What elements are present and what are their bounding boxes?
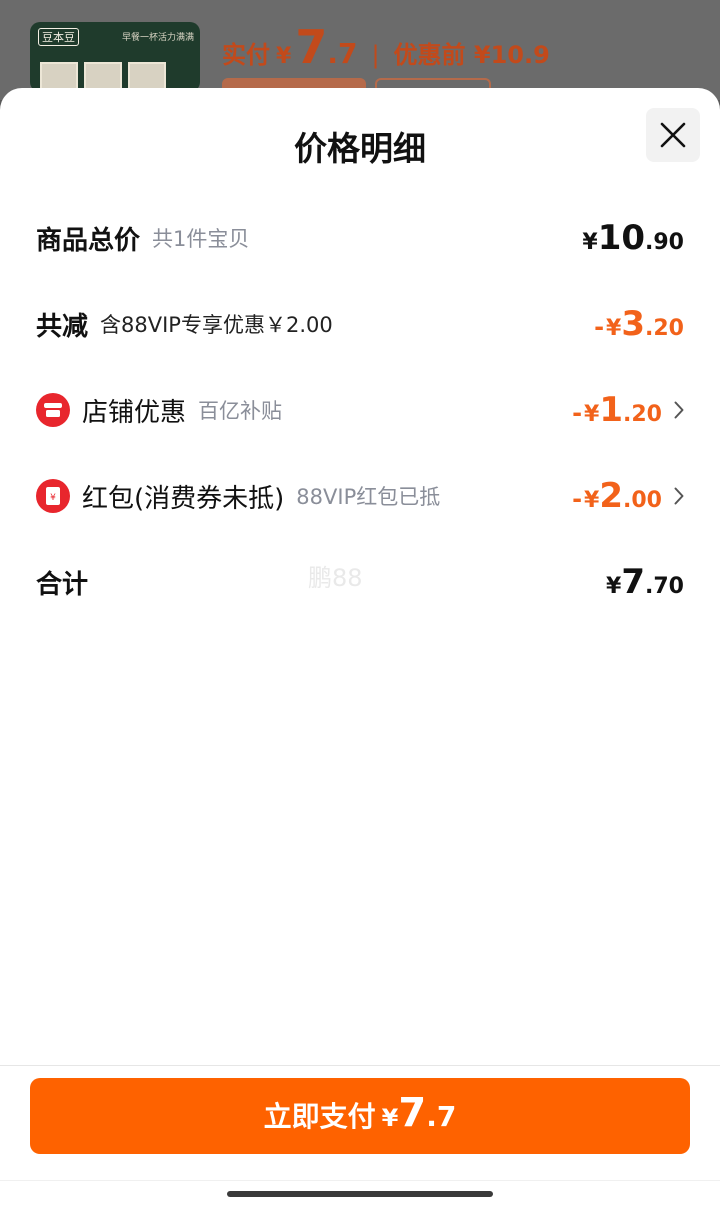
chevron-right-icon bbox=[662, 487, 684, 505]
row-red-packet[interactable]: ¥ 红包(消费券未抵) 88VIP红包已抵 - ¥ 2 .00 bbox=[36, 466, 684, 526]
actual-pay-yen: ¥ bbox=[276, 44, 292, 69]
row-sub: 百亿补贴 bbox=[198, 399, 283, 423]
row-sub: 含88VIP专享优惠￥2.00 bbox=[100, 313, 333, 337]
row-amount: - ¥ 3 .20 bbox=[594, 304, 684, 344]
row-label: 合计 bbox=[36, 569, 89, 600]
original-price: 优惠前 ¥10.9 bbox=[393, 41, 550, 69]
actual-pay-int: 7 bbox=[295, 20, 328, 74]
pay-button-label: 立即支付 bbox=[263, 1100, 376, 1133]
background-page: 豆本豆 早餐一杯活力满满 实付 ¥ 7 .7 | 优惠前 ¥10.9 bbox=[0, 0, 720, 100]
amount-dec: .90 bbox=[645, 230, 684, 255]
row-amount: ¥ 10 .90 bbox=[582, 218, 684, 258]
row-amount: - ¥ 2 .00 bbox=[572, 476, 662, 516]
close-button[interactable] bbox=[646, 108, 700, 162]
row-total-discount: 共减 含88VIP专享优惠￥2.00 - ¥ 3 .20 bbox=[36, 294, 684, 354]
amount-minus: - bbox=[572, 485, 583, 513]
row-label: 店铺优惠 bbox=[82, 397, 187, 428]
amount-yen: ¥ bbox=[606, 316, 622, 341]
row-label: 红包(消费券未抵) bbox=[82, 483, 285, 514]
row-sub: 共1件宝贝 bbox=[152, 227, 250, 251]
amount-dec: .00 bbox=[623, 488, 662, 513]
row-label: 商品总价 bbox=[36, 225, 141, 256]
pay-now-button[interactable]: 立即支付 ¥ 7 .7 bbox=[30, 1078, 690, 1154]
red-packet-icon: ¥ bbox=[36, 479, 70, 513]
amount-int: 10 bbox=[597, 218, 646, 258]
amount-int: 3 bbox=[621, 304, 646, 344]
actual-pay-dec: .7 bbox=[327, 37, 358, 70]
row-amount: - ¥ 1 .20 bbox=[572, 390, 662, 430]
row-label: 共减 bbox=[36, 311, 89, 342]
amount-dec: .20 bbox=[623, 402, 662, 427]
amount-yen: ¥ bbox=[606, 574, 622, 599]
amount-minus: - bbox=[572, 399, 583, 427]
amount-yen: ¥ bbox=[584, 488, 600, 513]
sheet-title: 价格明细 bbox=[294, 129, 426, 168]
close-icon bbox=[660, 122, 686, 148]
row-amount: ¥ 7 .70 bbox=[606, 562, 684, 602]
row-sub: 88VIP红包已抵 bbox=[296, 485, 441, 509]
watermark: 鹏88 bbox=[308, 564, 363, 592]
actual-pay-label: 实付 bbox=[222, 41, 270, 69]
amount-int: 7 bbox=[621, 562, 646, 602]
price-detail-sheet: 价格明细 商品总价 共1件宝贝 ¥ 10 .90 共减 含88VIP专享优惠￥2… bbox=[0, 88, 720, 1209]
product-slogan: 早餐一杯活力满满 bbox=[122, 33, 195, 43]
chevron-right-icon bbox=[662, 401, 684, 419]
home-indicator[interactable] bbox=[227, 1191, 493, 1197]
amount-dec: .20 bbox=[645, 316, 684, 341]
product-thumbnail: 豆本豆 早餐一杯活力满满 bbox=[30, 22, 200, 92]
amount-dec: .70 bbox=[645, 574, 684, 599]
row-total-goods: 商品总价 共1件宝贝 ¥ 10 .90 bbox=[36, 208, 684, 268]
product-brand: 豆本豆 bbox=[38, 28, 79, 46]
svg-text:¥: ¥ bbox=[50, 493, 56, 503]
pay-button-yen: ¥ bbox=[381, 1104, 399, 1132]
amount-int: 1 bbox=[599, 390, 624, 430]
background-price-line: 实付 ¥ 7 .7 | 优惠前 ¥10.9 bbox=[222, 20, 550, 74]
price-separator: | bbox=[371, 41, 380, 69]
pay-button-int: 7 bbox=[398, 1090, 427, 1136]
bottom-divider bbox=[0, 1180, 720, 1181]
amount-int: 2 bbox=[599, 476, 624, 516]
amount-minus: - bbox=[594, 313, 605, 341]
bottom-divider bbox=[0, 1065, 720, 1066]
amount-yen: ¥ bbox=[584, 402, 600, 427]
shop-icon bbox=[36, 393, 70, 427]
row-shop-discount[interactable]: 店铺优惠 百亿补贴 - ¥ 1 .20 bbox=[36, 380, 684, 440]
amount-yen: ¥ bbox=[582, 230, 598, 255]
pay-button-dec: .7 bbox=[426, 1100, 457, 1133]
